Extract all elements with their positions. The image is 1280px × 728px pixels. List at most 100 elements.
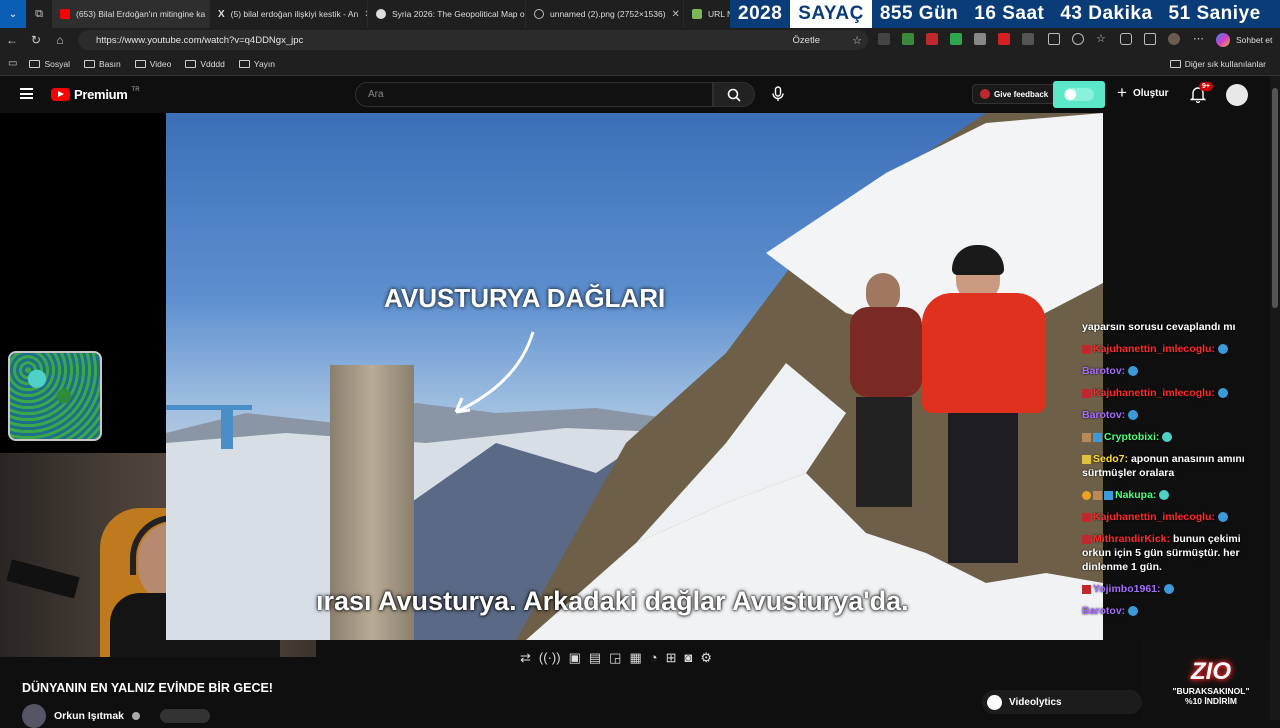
home-icon[interactable]: ⌂ (48, 33, 72, 47)
counter-year: 2028 (738, 3, 783, 24)
watch-later-icon[interactable]: ▣ (569, 650, 581, 666)
chat-message: Yojimbo1961: (1082, 582, 1272, 596)
videolytics-label: Videolytics (1009, 696, 1062, 708)
reading-list-icon[interactable]: ▭ (8, 58, 17, 69)
search-input[interactable]: Ara (355, 82, 713, 107)
favorite-star-icon[interactable]: ☆ (852, 34, 862, 47)
youtube-logo[interactable]: Premium TR (51, 87, 140, 102)
badge-icon (1082, 344, 1091, 354)
counter-minutes: 43 Dakika (1060, 3, 1153, 24)
extension-icon[interactable] (974, 33, 986, 45)
bookmark-folder-sosyal[interactable]: Sosyal (29, 59, 70, 69)
folder-icon (185, 59, 197, 68)
toggle-icon (1064, 88, 1094, 101)
youtube-header: Premium TR Ara Give feedback + Oluştur 9… (0, 76, 1270, 113)
arrow-graphic (454, 331, 535, 414)
browser-tab-3[interactable]: Syria 2026: The Geopolitical Map o ✕ (368, 0, 526, 28)
region-code: TR (131, 86, 140, 93)
browser-tab-2[interactable]: X (5) bilal erdoğan ilişkiyi kestik - An… (210, 0, 368, 28)
chapters-icon[interactable]: ⊞ (666, 650, 677, 666)
bookmark-folder-video[interactable]: Video (134, 59, 171, 69)
chat-text: yaparsın sorusu cevaplandı mı (1082, 321, 1236, 333)
search-button[interactable] (713, 82, 755, 107)
summarize-button[interactable]: Özetle (793, 35, 820, 46)
chat-overlay: yaparsın sorusu cevaplandı mı Kajuhanett… (1082, 320, 1272, 626)
extension-icon[interactable] (950, 33, 962, 45)
extension-icon[interactable] (902, 33, 914, 45)
address-bar[interactable]: https://www.youtube.com/watch?v=q4DDNgx_… (78, 30, 868, 50)
hiker-dark-jacket (846, 273, 926, 513)
extension-icon[interactable] (998, 33, 1010, 45)
videolytics-button[interactable]: Videolytics (982, 690, 1142, 714)
give-feedback-button[interactable]: Give feedback (972, 84, 1057, 104)
chat-button[interactable]: Sohbet et (1236, 35, 1272, 45)
profile-avatar-icon[interactable] (1168, 33, 1180, 45)
page-scrollbar[interactable] (1270, 76, 1280, 720)
pip-icon[interactable]: ◲ (609, 650, 621, 666)
settings-extension-icon[interactable] (1072, 33, 1084, 45)
loop-icon[interactable]: ⇄ (520, 650, 531, 666)
emote-icon (1217, 388, 1228, 399)
hamburger-menu-icon[interactable] (20, 88, 33, 99)
verified-icon (132, 712, 141, 720)
settings-gear-icon[interactable]: ⚙ (700, 650, 712, 666)
copilot-icon[interactable] (1216, 33, 1230, 47)
badge-icon (1093, 490, 1102, 500)
browser-tab-4[interactable]: unnamed (2).png (2752×1536) ✕ (526, 0, 684, 28)
videolytics-icon (987, 694, 1002, 710)
close-tab-icon[interactable]: ✕ (672, 9, 680, 20)
chat-message: Kajuhanettin_imlecoglu: (1082, 510, 1272, 524)
feedback-label: Give feedback (994, 89, 1049, 99)
screenshot-icon[interactable]: ◙ (685, 650, 693, 666)
stream-overlay-area (0, 113, 166, 453)
subscribe-button[interactable] (160, 709, 211, 723)
badge-icon (1082, 432, 1091, 442)
video-player[interactable]: AVUSTURYA DAĞLARI (166, 113, 1103, 640)
chat-username: Yojimbo1961: (1093, 583, 1161, 595)
workspaces-icon[interactable]: ⧉ (26, 8, 52, 21)
broadcast-icon[interactable]: ((·)) (539, 650, 561, 666)
notifications-button[interactable]: 9+ (1189, 82, 1213, 108)
badge-icon (1093, 432, 1102, 442)
refresh-icon[interactable]: ↻ (24, 33, 48, 47)
bookmark-folder-vdddd[interactable]: Vdddd (185, 59, 225, 69)
bookmark-folder-basin[interactable]: Basın (83, 59, 121, 69)
browser-tab-1[interactable]: (653) Bilal Erdoğan'ın mitingine ka ✕ (52, 0, 210, 28)
feedback-icon (980, 89, 990, 99)
voice-search-button[interactable] (771, 86, 785, 107)
emote-icon (1128, 410, 1139, 421)
chat-username: Barotov: (1082, 365, 1126, 377)
split-screen-icon[interactable] (1048, 33, 1060, 45)
account-avatar[interactable] (1226, 84, 1248, 106)
channel-avatar[interactable] (22, 704, 46, 728)
extension-icon[interactable] (926, 33, 938, 45)
screenshot-icon[interactable] (1144, 33, 1156, 45)
tab-title: URL N (708, 9, 730, 19)
sponsor-promo: ZIO "BURAKSAKINOL" %10 İNDİRİM (1142, 640, 1280, 720)
other-bookmarks-folder[interactable]: Diğer sık kullanılanlar (1169, 59, 1266, 69)
tab-title: unnamed (2).png (2752×1536) (550, 9, 666, 19)
back-icon[interactable]: ← (0, 33, 24, 47)
theater-icon[interactable]: ▤ (589, 650, 601, 666)
extension-toggle[interactable] (1053, 81, 1105, 108)
browser-essentials-icon[interactable] (1120, 33, 1132, 45)
browser-tab-5[interactable]: URL N (684, 0, 730, 28)
chat-message: Barotov: (1082, 408, 1272, 422)
youtube-play-icon (51, 88, 70, 101)
extension-icon[interactable] (878, 33, 890, 45)
badge-icon (1082, 534, 1091, 544)
counter-hours: 16 Saat (974, 3, 1045, 24)
create-button[interactable]: + Oluştur (1117, 84, 1169, 101)
favorites-icon[interactable]: ☆ (1096, 33, 1108, 45)
extension-icon[interactable] (1022, 33, 1034, 45)
bookmark-folder-yayin[interactable]: Yayın (238, 58, 276, 69)
badge-icon (1082, 454, 1091, 464)
chat-username: Cryptobixi: (1104, 431, 1160, 443)
microphone-arm (6, 559, 80, 599)
bookmark-label: Yayın (253, 58, 276, 69)
channel-name[interactable]: Orkun Işıtmak (54, 710, 124, 722)
captions-icon[interactable]: ▦ (629, 650, 641, 666)
speed-icon[interactable]: ◔ (650, 650, 658, 666)
more-menu-icon[interactable]: ⋯ (1193, 32, 1204, 45)
tab-list-button[interactable]: ⌄ (0, 0, 26, 28)
